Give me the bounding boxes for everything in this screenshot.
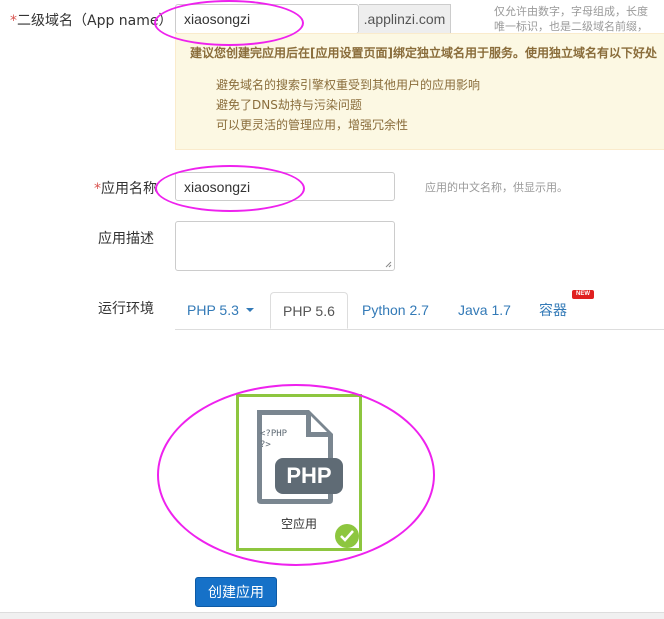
subdomain-input-value: xiaosongzi (184, 11, 251, 27)
tip-heading: 建议您创建完应用后在[应用设置页面]绑定独立域名用于服务。使用独立域名有以下好处 (190, 46, 657, 60)
new-badge: NEW (572, 290, 594, 299)
caret-down-icon (245, 308, 254, 312)
app-name-input[interactable]: xiaosongzi (175, 172, 395, 201)
subdomain-label: *二级域名（App name） (10, 13, 173, 29)
resize-handle-icon[interactable] (385, 261, 392, 268)
php-code-text: <?PHP ?> (260, 429, 288, 450)
subdomain-hint-line1: 仅允许由数字，字母组成，长度 (494, 5, 648, 18)
selected-check-icon (335, 524, 359, 548)
php-badge-text: PHP (286, 463, 332, 488)
tab-java-1-7[interactable]: Java 1.7 (446, 292, 523, 328)
required-mark: * (10, 13, 17, 29)
subdomain-input[interactable]: xiaosongzi (175, 4, 359, 34)
tip-item: 避免域名的搜索引擎权重受到其他用户的应用影响 (216, 78, 481, 92)
tab-php-5-3[interactable]: PHP 5.3 (175, 292, 266, 328)
runtime-label: 运行环境 (98, 301, 154, 317)
description-label: 应用描述 (98, 231, 154, 247)
app-name-label: *应用名称 (94, 181, 157, 197)
tip-item: 避免了DNS劫持与污染问题 (216, 98, 362, 112)
template-card-empty-app[interactable]: <?PHP ?> PHP 空应用 (236, 394, 362, 551)
domain-tip-box: 建议您创建完应用后在[应用设置页面]绑定独立域名用于服务。使用独立域名有以下好处… (175, 33, 664, 150)
subdomain-hint-line2: 唯一标识，也是二级域名前缀， (494, 20, 648, 33)
app-name-input-value: xiaosongzi (184, 178, 251, 195)
required-mark: * (94, 181, 101, 197)
tip-item: 可以更灵活的管理应用，增强冗余性 (216, 118, 409, 132)
tab-python-2-7[interactable]: Python 2.7 (350, 292, 441, 328)
domain-suffix-addon: .applinzi.com (359, 4, 451, 34)
create-app-button[interactable]: 创建应用 (195, 577, 277, 607)
tab-php-5-6[interactable]: PHP 5.6 (270, 292, 348, 329)
description-textarea[interactable] (175, 221, 395, 271)
app-name-hint: 应用的中文名称，供显示用。 (425, 181, 568, 194)
